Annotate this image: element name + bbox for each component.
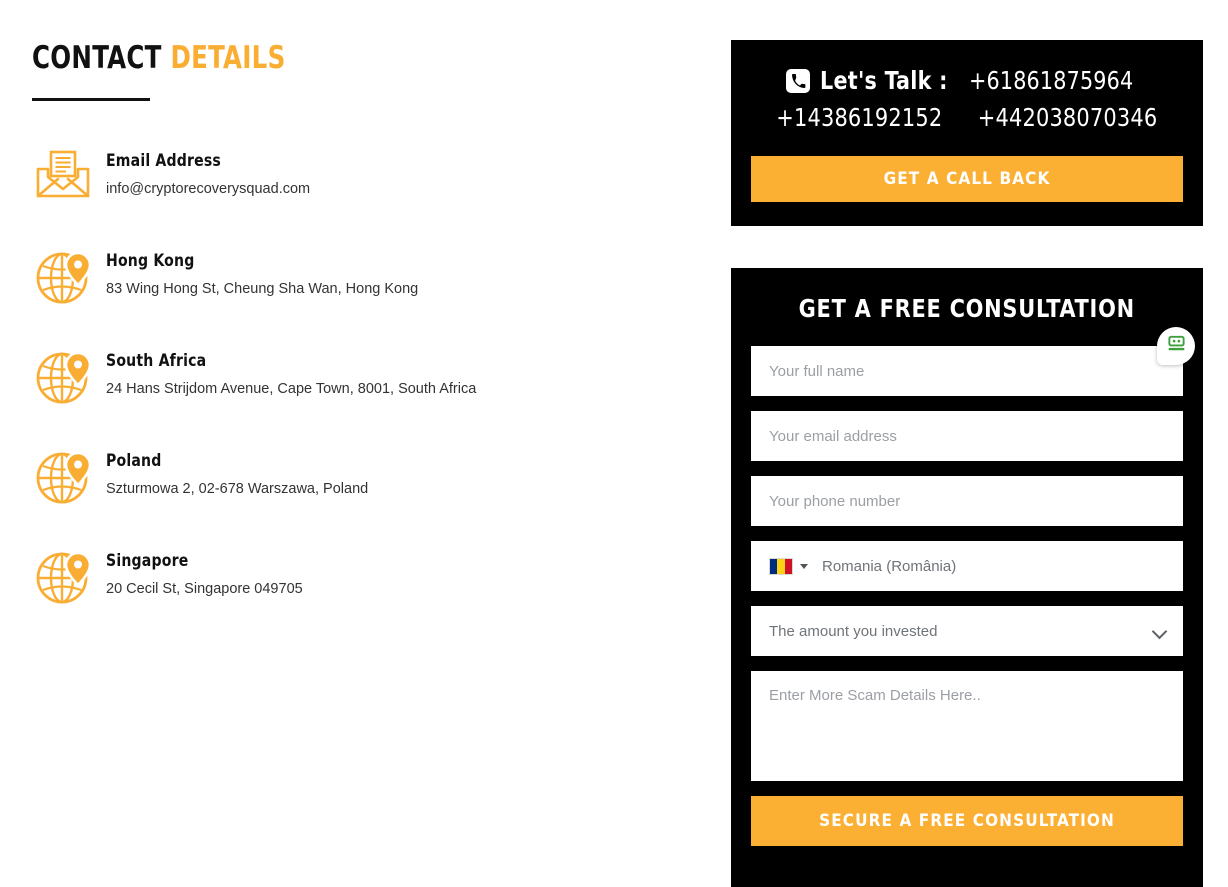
contact-item-hong-kong: Hong Kong 83 Wing Hong St, Cheung Sha Wa… bbox=[32, 247, 692, 305]
envelope-icon bbox=[32, 147, 94, 201]
phone-icon bbox=[786, 69, 811, 93]
contact-text: Email Address info@cryptorecoverysquad.c… bbox=[94, 147, 310, 199]
contact-text: Hong Kong 83 Wing Hong St, Cheung Sha Wa… bbox=[94, 247, 418, 299]
contact-value-email[interactable]: info@cryptorecoverysquad.com bbox=[106, 179, 310, 199]
talk-secondary-numbers: +14386192152 +442038070346 bbox=[751, 102, 1183, 134]
page-title: CONTACT DETAILS bbox=[32, 40, 613, 76]
amount-select-wrapper: The amount you invested bbox=[751, 606, 1183, 656]
consultation-form-panel: GET A FREE CONSULTATION Romania (România… bbox=[731, 268, 1203, 887]
robot-chat-icon bbox=[1167, 334, 1186, 358]
lets-talk-panel: Let's Talk : +61861875964 +14386192152 +… bbox=[731, 40, 1203, 226]
globe-pin-icon bbox=[32, 347, 94, 405]
romania-flag-icon bbox=[769, 557, 793, 575]
globe-pin-icon bbox=[32, 447, 94, 505]
contact-value-address: 20 Cecil St, Singapore 049705 bbox=[106, 581, 303, 597]
contact-item-singapore: Singapore 20 Cecil St, Singapore 049705 bbox=[32, 547, 692, 605]
contact-value-address: 24 Hans Strijdom Avenue, Cape Town, 8001… bbox=[106, 381, 477, 397]
contact-text: Singapore 20 Cecil St, Singapore 049705 bbox=[94, 547, 303, 599]
contact-label: Hong Kong bbox=[106, 251, 195, 271]
chat-widget-button[interactable] bbox=[1157, 327, 1195, 365]
contact-details-section: CONTACT DETAILS Email Address info@crypt… bbox=[32, 40, 692, 647]
country-selector[interactable]: Romania (România) bbox=[751, 541, 1183, 591]
talk-label: Let's Talk : bbox=[820, 66, 948, 95]
email-input[interactable] bbox=[751, 411, 1183, 461]
country-name-label: Romania (România) bbox=[822, 557, 957, 575]
secure-free-consultation-button[interactable]: SECURE A FREE CONSULTATION bbox=[751, 796, 1183, 846]
scam-details-textarea[interactable] bbox=[751, 671, 1183, 781]
phone-secondary-1[interactable]: +14386192152 bbox=[776, 102, 942, 134]
contact-label: Poland bbox=[106, 451, 162, 471]
contact-text: Poland Szturmowa 2, 02-678 Warszawa, Pol… bbox=[94, 447, 368, 499]
talk-panel-body: Let's Talk : +61861875964 +14386192152 +… bbox=[731, 40, 1203, 226]
chevron-down-icon bbox=[800, 563, 808, 569]
contact-value-address: Szturmowa 2, 02-678 Warszawa, Poland bbox=[106, 481, 369, 497]
contact-list: Email Address info@cryptorecoverysquad.c… bbox=[32, 147, 692, 605]
phone-input[interactable] bbox=[751, 476, 1183, 526]
phone-primary[interactable]: +61861875964 bbox=[969, 66, 1133, 96]
talk-headline: Let's Talk : +61861875964 bbox=[751, 66, 1183, 96]
contact-item-email: Email Address info@cryptorecoverysquad.c… bbox=[32, 147, 692, 205]
contact-page: CONTACT DETAILS Email Address info@crypt… bbox=[0, 0, 1228, 887]
contact-label: Singapore bbox=[106, 551, 189, 571]
contact-item-poland: Poland Szturmowa 2, 02-678 Warszawa, Pol… bbox=[32, 447, 692, 505]
title-underline bbox=[32, 98, 150, 101]
full-name-input[interactable] bbox=[751, 346, 1183, 396]
contact-label: Email Address bbox=[106, 151, 221, 171]
globe-pin-icon bbox=[32, 547, 94, 605]
form-title: GET A FREE CONSULTATION bbox=[798, 294, 1136, 323]
page-title-primary: CONTACT bbox=[32, 40, 162, 76]
amount-invested-select[interactable]: The amount you invested bbox=[751, 606, 1183, 656]
contact-value-address: 83 Wing Hong St, Cheung Sha Wan, Hong Ko… bbox=[106, 281, 419, 297]
contact-text: South Africa 24 Hans Strijdom Avenue, Ca… bbox=[94, 347, 476, 399]
contact-label: South Africa bbox=[106, 351, 207, 371]
get-a-call-back-button[interactable]: GET A CALL BACK bbox=[751, 156, 1183, 202]
contact-item-south-africa: South Africa 24 Hans Strijdom Avenue, Ca… bbox=[32, 347, 692, 405]
phone-secondary-2[interactable]: +442038070346 bbox=[978, 102, 1158, 134]
globe-pin-icon bbox=[32, 247, 94, 305]
page-title-accent: DETAILS bbox=[170, 40, 286, 76]
